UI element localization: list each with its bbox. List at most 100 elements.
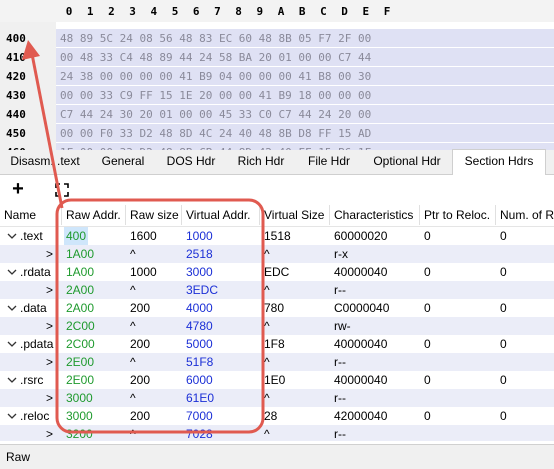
column-header-raw-size[interactable]: Raw size (126, 205, 182, 225)
num-of-reloc-cell: 0 (500, 229, 507, 243)
hex-row[interactable]: 450 00 00 F0 33 D2 48 8D 4C 24 40 48 8B D… (0, 124, 554, 142)
hex-column-label: 0 (65, 5, 73, 18)
virtual-end-addr-cell: 61E0 (186, 391, 215, 405)
hex-column-label: A (277, 5, 285, 18)
chevron-down-icon[interactable] (7, 299, 17, 317)
characteristics-cell: 42000040 (334, 409, 388, 423)
table-row-end[interactable]: >3200 ^ 7028 ^ r-- (0, 425, 554, 441)
plus-icon[interactable]: + (6, 178, 30, 202)
raw-size-cell: 1000 (130, 265, 157, 279)
hex-column-label: B (298, 5, 306, 18)
hex-row-bytes[interactable]: 48 89 5C 24 08 56 48 83 EC 60 48 8B 05 F… (56, 29, 554, 47)
virtual-addr-cell: 6000 (186, 373, 213, 387)
virtual-end-addr-cell: 7028 (186, 427, 213, 441)
hex-row[interactable]: 400 48 89 5C 24 08 56 48 83 EC 60 48 8B 0… (0, 29, 554, 47)
table-row-end[interactable]: >3000 ^ 61E0 ^ r-- (0, 389, 554, 407)
section-headers-table[interactable]: Name Raw Addr. Raw size Virtual Addr. Vi… (0, 205, 554, 441)
column-header-virtual-size[interactable]: Virtual Size (260, 205, 330, 225)
num-of-reloc-cell: 0 (500, 337, 507, 351)
virtual-addr-cell: 7000 (186, 409, 213, 423)
table-row[interactable]: .rdata 1A00 1000 3000 EDC 40000040 0 0 (0, 263, 554, 281)
characteristics-cell: 40000040 (334, 265, 388, 279)
hex-column-label: 6 (192, 5, 200, 18)
hex-row[interactable]: 430 00 00 33 C9 FF 15 1E 20 00 00 41 B9 1… (0, 86, 554, 104)
virtual-size-end-cell: ^ (264, 355, 270, 369)
table-header: Name Raw Addr. Raw size Virtual Addr. Vi… (0, 205, 554, 227)
table-row[interactable]: .reloc 3000 200 7000 28 42000040 0 0 (0, 407, 554, 425)
virtual-end-addr-cell: 3EDC (186, 283, 219, 297)
column-header-num-of-reloc[interactable]: Num. of R (496, 205, 554, 225)
section-name: .text (20, 229, 43, 243)
status-bar: Raw (0, 444, 554, 469)
hex-row-address: 400 (6, 32, 26, 45)
tab-file-hdr[interactable]: File Hdr (296, 150, 363, 173)
virtual-size-cell: 1518 (264, 229, 291, 243)
chevron-down-icon[interactable] (7, 263, 17, 281)
table-row-end[interactable]: >1A00 ^ 2518 ^ r-x (0, 245, 554, 263)
ptr-to-reloc-cell: 0 (424, 301, 431, 315)
characteristics-cell: 40000040 (334, 337, 388, 351)
raw-end-addr-cell: 1A00 (66, 247, 95, 261)
virtual-end-addr-cell: 2518 (186, 247, 213, 261)
characteristics-cell: 40000040 (334, 373, 388, 387)
column-header-characteristics[interactable]: Characteristics (330, 205, 420, 225)
column-header-raw-addr[interactable]: Raw Addr. (62, 205, 126, 225)
hex-viewer[interactable]: 01 2 3 456 7 8 9AB C D EF 400 48 89 5C 24 08 56 48… (0, 0, 554, 150)
hex-row-bytes[interactable]: 00 00 33 C9 FF 15 1E 20 00 00 41 B9 18 0… (56, 86, 554, 104)
hex-bytes-text: 00 48 33 C4 48 89 44 24 58 BA 20 01 00 0… (60, 51, 372, 64)
tab-rich-hdr[interactable]: Rich Hdr (226, 150, 297, 173)
ptr-to-reloc-cell: 0 (424, 373, 431, 387)
chevron-down-icon[interactable] (7, 407, 17, 425)
hex-row[interactable]: 420 24 38 00 00 00 00 41 B9 04 00 00 00 4… (0, 67, 554, 85)
raw-size-cell: 200 (130, 337, 151, 351)
chevron-down-icon[interactable] (7, 335, 17, 353)
access-flags-cell: r-- (334, 391, 346, 405)
table-row-end[interactable]: >2C00 ^ 4780 ^ rw- (0, 317, 554, 335)
raw-end-addr-cell: 3000 (66, 391, 93, 405)
table-row[interactable]: .data 2A00 200 4000 780 C0000040 0 0 (0, 299, 554, 317)
hex-row[interactable]: 440 C7 44 24 30 20 01 00 00 45 33 C0 C7 4… (0, 105, 554, 123)
column-header-virtual-addr[interactable]: Virtual Addr. (182, 205, 260, 225)
virtual-size-end-cell: ^ (264, 283, 270, 297)
hex-column-label: 8 (235, 5, 242, 18)
hex-row-bytes[interactable]: 00 00 F0 33 D2 48 8D 4C 24 40 48 8B D8 F… (56, 124, 554, 142)
hex-column-label: 7 (214, 5, 221, 18)
column-header-ptr-to-reloc[interactable]: Ptr to Reloc. (420, 205, 496, 225)
section-name: .rsrc (20, 373, 44, 387)
table-row-end[interactable]: >2A00 ^ 3EDC ^ r-- (0, 281, 554, 299)
hex-row-bytes[interactable]: 24 38 00 00 00 00 41 B9 04 00 00 00 41 B… (56, 67, 554, 85)
table-row[interactable]: .text 400 1600 1000 1518 60000020 0 0 (0, 227, 554, 245)
raw-addr-cell: 2E00 (66, 373, 95, 387)
table-row[interactable]: .pdata 2C00 200 5000 1F8 40000040 0 0 (0, 335, 554, 353)
hex-bytes-text: C7 44 24 30 20 01 00 00 45 33 C0 C7 44 2… (60, 108, 372, 121)
raw-size-end-cell: ^ (130, 319, 136, 333)
hex-row-bytes[interactable]: 00 48 33 C4 48 89 44 24 58 BA 20 01 00 0… (56, 48, 554, 66)
column-header-name[interactable]: Name (0, 205, 62, 225)
access-flags-cell: rw- (334, 319, 351, 333)
section-name: .reloc (20, 409, 50, 423)
chevron-down-icon[interactable] (7, 227, 17, 245)
expand-icon[interactable] (50, 178, 74, 202)
hex-row-address: 420 (6, 70, 26, 83)
chevron-down-icon[interactable] (7, 371, 17, 389)
characteristics-cell: 60000020 (334, 229, 388, 243)
num-of-reloc-cell: 0 (500, 265, 507, 279)
hex-row[interactable]: 410 00 48 33 C4 48 89 44 24 58 BA 20 01 0… (0, 48, 554, 66)
access-flags-cell: r-- (334, 355, 346, 369)
raw-size-cell: 200 (130, 373, 151, 387)
tab-disasm-text[interactable]: Disasm: .text (0, 150, 91, 173)
hex-row-bytes[interactable]: C7 44 24 30 20 01 00 00 45 33 C0 C7 44 2… (56, 105, 554, 123)
tab-optional-hdr[interactable]: Optional Hdr (362, 150, 453, 173)
virtual-end-addr-cell: 51F8 (186, 355, 214, 369)
hex-row-address: 430 (6, 89, 26, 102)
tab-general[interactable]: General (90, 150, 157, 173)
table-row[interactable]: .rsrc 2E00 200 6000 1E0 40000040 0 0 (0, 371, 554, 389)
raw-size-end-cell: ^ (130, 391, 136, 405)
table-row-end[interactable]: >2E00 ^ 51F8 ^ r-- (0, 353, 554, 371)
tab-section-hdrs[interactable]: Section Hdrs (452, 149, 546, 175)
virtual-size-cell: 28 (264, 409, 278, 423)
hex-bytes-text: 48 89 5C 24 08 56 48 83 EC 60 48 8B 05 F… (60, 32, 372, 45)
virtual-size-end-cell: ^ (264, 427, 270, 441)
hex-column-label: 1 (86, 5, 94, 18)
tab-dos-hdr[interactable]: DOS Hdr (156, 150, 227, 173)
